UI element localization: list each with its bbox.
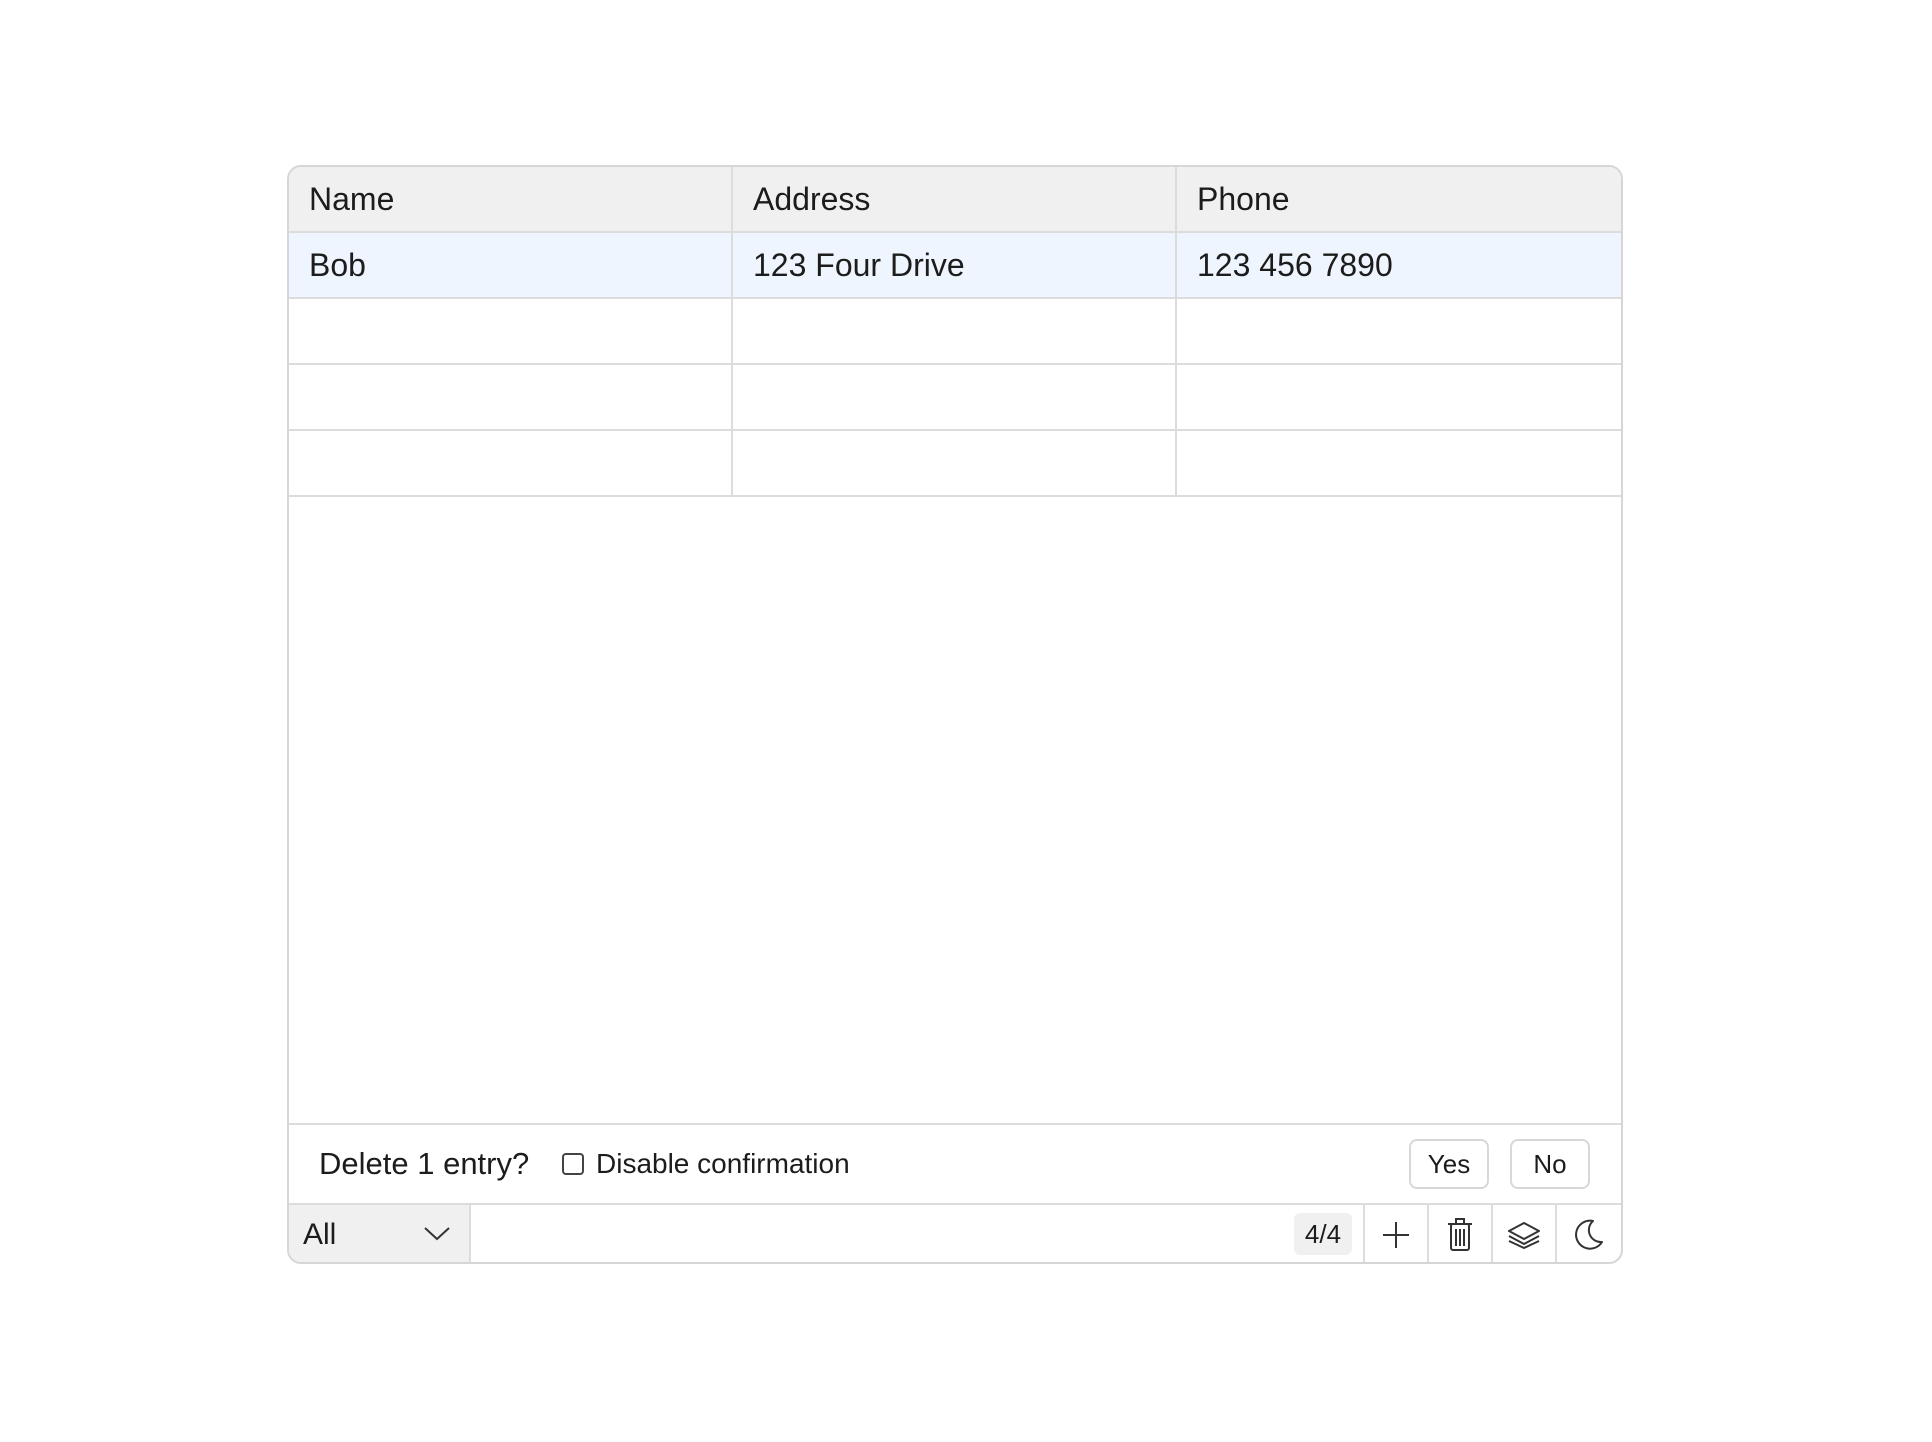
column-header-name[interactable]: Name [289,167,733,231]
trash-icon [1446,1217,1474,1252]
table-cell[interactable] [733,365,1177,429]
filter-value: All [303,1217,337,1251]
disable-confirmation-toggle[interactable]: Disable confirmation [562,1148,850,1180]
table-header-row: Name Address Phone [289,167,1621,233]
record-count: 4/4 [1294,1213,1352,1255]
chevron-down-icon [423,1223,451,1243]
table-row[interactable] [289,431,1621,497]
table-cell[interactable]: Bob [289,233,733,297]
table-cell[interactable] [289,299,733,363]
delete-confirmation-bar: Delete 1 entry? Disable confirmation Yes… [289,1123,1621,1203]
layers-icon [1507,1221,1541,1249]
dark-mode-button[interactable] [1555,1205,1619,1262]
plus-icon [1380,1219,1412,1251]
table-cell[interactable] [733,431,1177,495]
column-header-phone[interactable]: Phone [1177,167,1621,231]
disable-confirmation-label[interactable]: Disable confirmation [596,1148,850,1180]
table-cell[interactable] [1177,365,1621,429]
table-cell[interactable]: 123 Four Drive [733,233,1177,297]
delete-row-button[interactable] [1427,1205,1491,1262]
table-cell[interactable] [289,431,733,495]
table-row[interactable]: Bob 123 Four Drive 123 456 7890 [289,233,1621,299]
table-row[interactable] [289,365,1621,431]
layers-button[interactable] [1491,1205,1555,1262]
column-header-address[interactable]: Address [733,167,1177,231]
add-row-button[interactable] [1363,1205,1427,1262]
table-cell[interactable] [289,365,733,429]
table-cell[interactable]: 123 456 7890 [1177,233,1621,297]
table-cell[interactable] [1177,299,1621,363]
confirm-message: Delete 1 entry? [319,1146,530,1181]
data-grid-panel: Name Address Phone Bob 123 Four Drive 12… [287,165,1623,1264]
confirm-no-button[interactable]: No [1510,1139,1590,1189]
confirm-yes-button[interactable]: Yes [1409,1139,1489,1189]
table-row[interactable] [289,299,1621,365]
data-table: Name Address Phone Bob 123 Four Drive 12… [289,167,1621,497]
disable-confirmation-checkbox[interactable] [562,1153,584,1175]
bottom-toolbar: All 4/4 [289,1203,1621,1262]
table-cell[interactable] [1177,431,1621,495]
moon-icon [1571,1218,1605,1252]
filter-dropdown[interactable]: All [289,1205,471,1262]
table-cell[interactable] [733,299,1177,363]
